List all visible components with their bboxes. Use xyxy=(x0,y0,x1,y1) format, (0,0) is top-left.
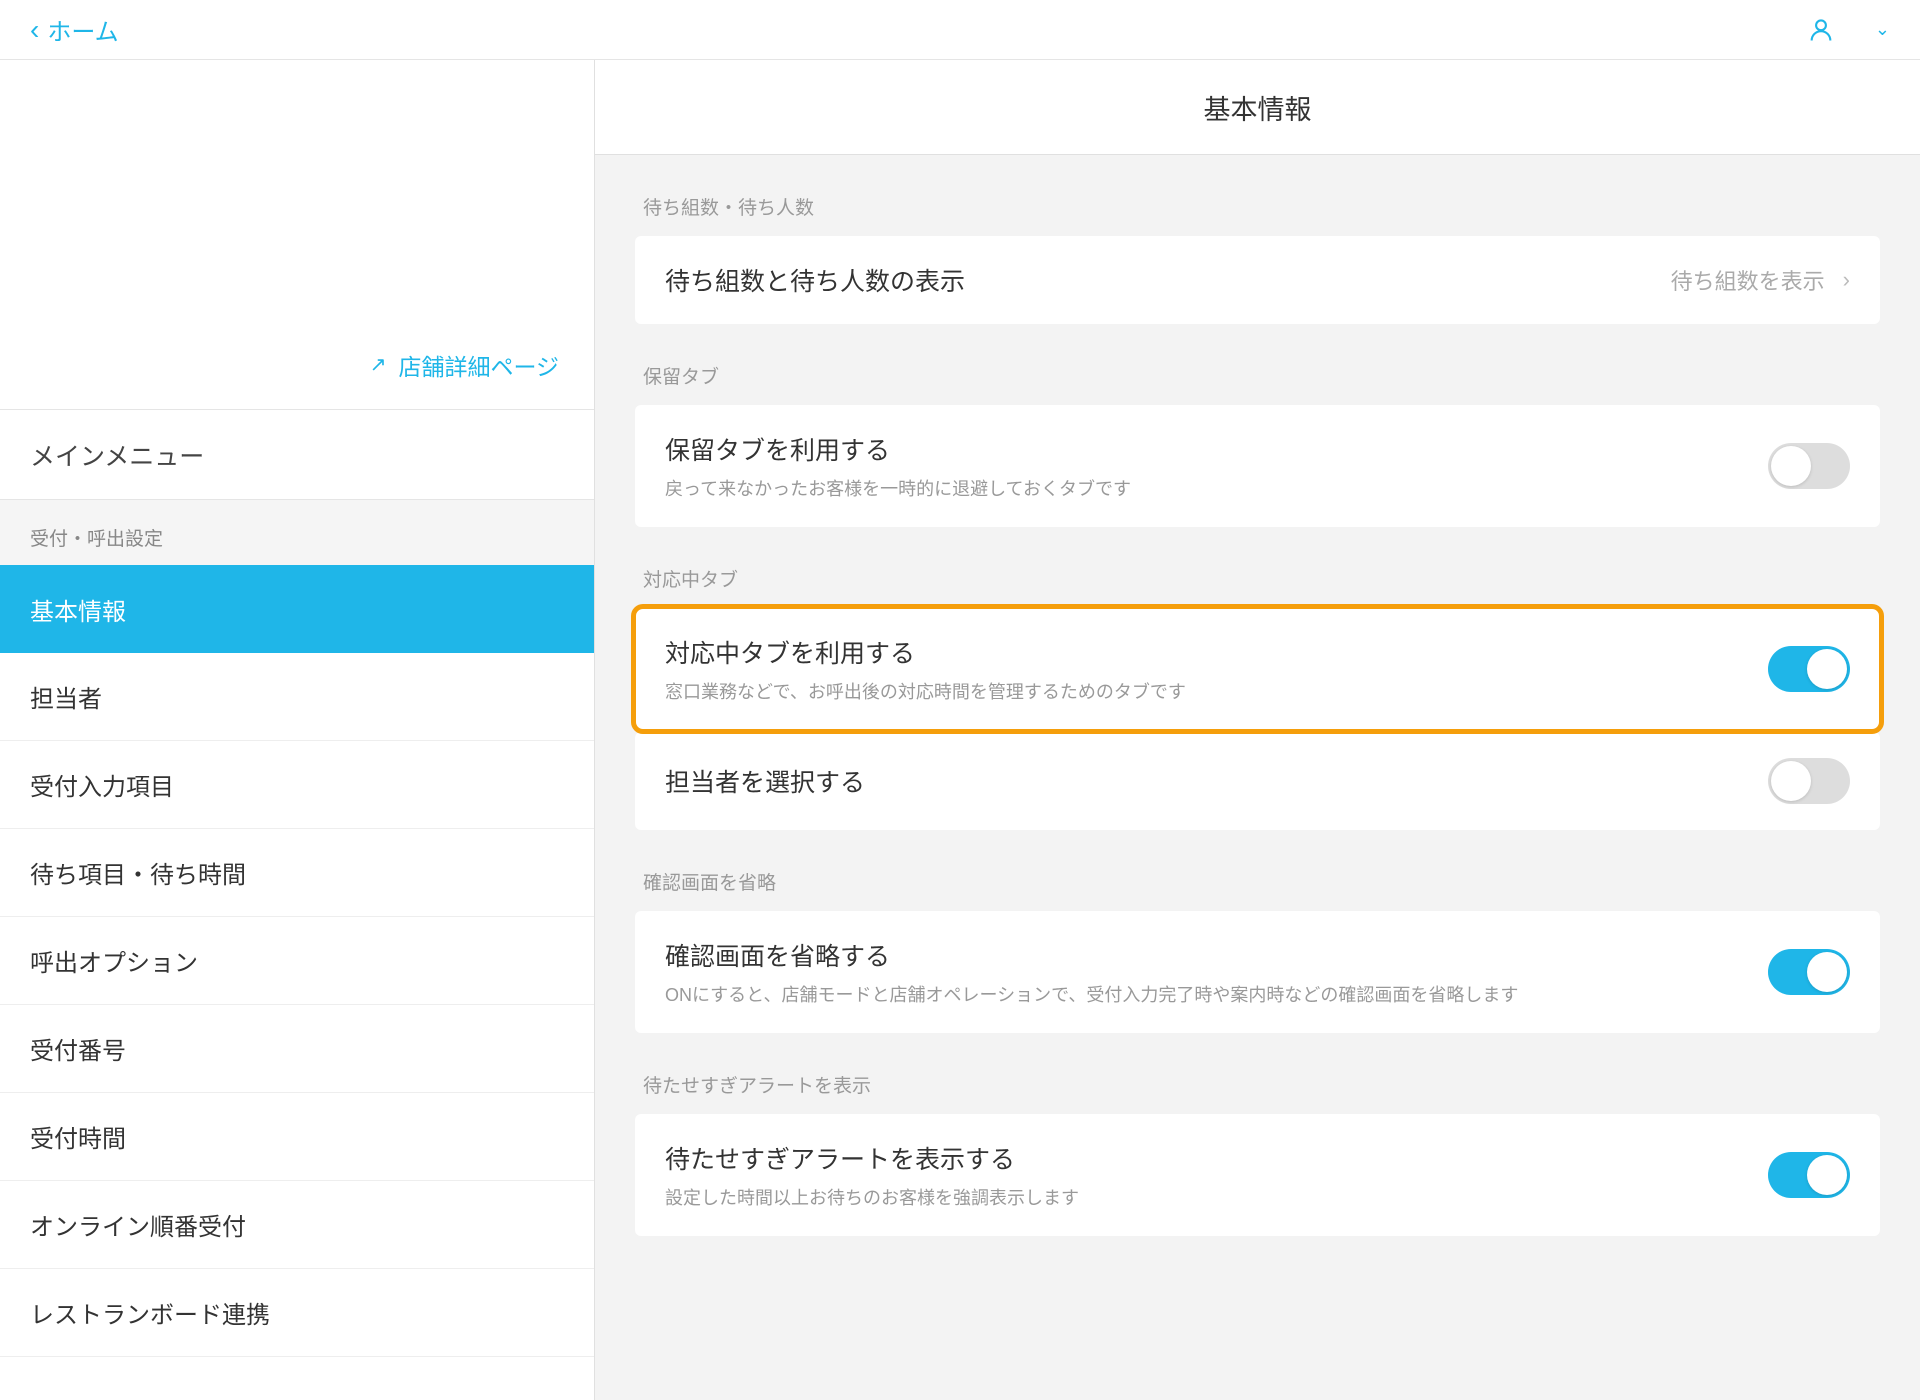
group-label: 保留タブ xyxy=(635,324,1880,405)
topbar-right: ⌄ xyxy=(1807,16,1890,44)
shop-detail-link[interactable]: ↗ 店舗詳細ページ xyxy=(0,320,594,410)
settings-group: 待ち組数・待ち人数待ち組数と待ち人数の表示待ち組数を表示› xyxy=(595,155,1920,324)
group-label: 確認画面を省略 xyxy=(635,830,1880,911)
toggle[interactable] xyxy=(1768,646,1850,692)
sidebar-item-1[interactable]: 担当者 xyxy=(0,653,594,741)
row-title: 担当者を選択する xyxy=(665,763,1768,799)
sidebar-item-3[interactable]: 待ち項目・待ち時間 xyxy=(0,829,594,917)
settings-card: 担当者を選択する xyxy=(635,732,1880,830)
toggle-knob xyxy=(1807,649,1847,689)
row-description: ONにすると、店舗モードと店舗オペレーションで、受付入力完了時や案内時などの確認… xyxy=(665,981,1768,1007)
topbar: ‹ ホーム ⌄ xyxy=(0,0,1920,60)
settings-row: 対応中タブを利用する窓口業務などで、お呼出後の対応時間を管理するためのタブです xyxy=(635,608,1880,730)
row-title: 待たせすぎアラートを表示する xyxy=(665,1140,1768,1176)
row-title: 保留タブを利用する xyxy=(665,431,1768,467)
chevron-down-icon[interactable]: ⌄ xyxy=(1875,19,1890,40)
main-menu-header[interactable]: メインメニュー xyxy=(0,410,594,500)
toggle-knob xyxy=(1771,446,1811,486)
toggle-knob xyxy=(1807,1155,1847,1195)
settings-row[interactable]: 待ち組数と待ち人数の表示待ち組数を表示› xyxy=(635,236,1880,324)
back-label: ホーム xyxy=(47,12,118,47)
settings-card: 保留タブを利用する戻って来なかったお客様を一時的に退避しておくタブです xyxy=(635,405,1880,527)
toggle[interactable] xyxy=(1768,1152,1850,1198)
external-link-icon: ↗ xyxy=(370,352,387,377)
row-description: 戻って来なかったお客様を一時的に退避しておくタブです xyxy=(665,475,1768,501)
sidebar-section-label: 受付・呼出設定 xyxy=(0,500,594,565)
settings-row: 待たせすぎアラートを表示する設定した時間以上お待ちのお客様を強調表示します xyxy=(635,1114,1880,1236)
toggle[interactable] xyxy=(1768,949,1850,995)
settings-card: 待ち組数と待ち人数の表示待ち組数を表示› xyxy=(635,236,1880,324)
settings-row: 担当者を選択する xyxy=(635,732,1880,830)
user-icon[interactable] xyxy=(1807,16,1835,44)
settings-card: 待たせすぎアラートを表示する設定した時間以上お待ちのお客様を強調表示します xyxy=(635,1114,1880,1236)
row-value: 待ち組数を表示› xyxy=(1671,264,1850,296)
settings-card: 確認画面を省略する ONにすると、店舗モードと店舗オペレーションで、受付入力完了時… xyxy=(635,911,1880,1033)
toggle-knob xyxy=(1807,952,1847,992)
row-title: 対応中タブを利用する xyxy=(665,634,1768,670)
page-title: 基本情報 xyxy=(595,60,1920,155)
sidebar-item-0[interactable]: 基本情報 xyxy=(0,565,594,653)
sidebar: ↗ 店舗詳細ページ メインメニュー 受付・呼出設定 基本情報担当者受付入力項目待… xyxy=(0,60,595,1400)
settings-group: 確認画面を省略確認画面を省略する ONにすると、店舗モードと店舗オペレーションで、… xyxy=(595,830,1920,1033)
group-label: 対応中タブ xyxy=(635,565,1880,608)
settings-row: 確認画面を省略する ONにすると、店舗モードと店舗オペレーションで、受付入力完了時… xyxy=(635,911,1880,1033)
sidebar-item-2[interactable]: 受付入力項目 xyxy=(0,741,594,829)
sidebar-item-6[interactable]: 受付時間 xyxy=(0,1093,594,1181)
row-description: 設定した時間以上お待ちのお客様を強調表示します xyxy=(665,1184,1768,1210)
row-title: 確認画面を省略する xyxy=(665,937,1768,973)
chevron-left-icon: ‹ xyxy=(30,14,39,46)
group-label: 待たせすぎアラートを表示 xyxy=(635,1033,1880,1114)
settings-group: 保留タブ保留タブを利用する戻って来なかったお客様を一時的に退避しておくタブです xyxy=(595,324,1920,527)
sidebar-item-4[interactable]: 呼出オプション xyxy=(0,917,594,1005)
row-title: 待ち組数と待ち人数の表示 xyxy=(665,262,1671,298)
sidebar-item-8[interactable]: レストランボード連携 xyxy=(0,1269,594,1357)
group-label: 待ち組数・待ち人数 xyxy=(635,155,1880,236)
sidebar-logo-area xyxy=(0,60,594,320)
shop-detail-label: 店舗詳細ページ xyxy=(398,348,559,382)
row-description: 窓口業務などで、お呼出後の対応時間を管理するためのタブです xyxy=(665,678,1768,704)
sidebar-item-7[interactable]: オンライン順番受付 xyxy=(0,1181,594,1269)
content: 基本情報 待ち組数・待ち人数待ち組数と待ち人数の表示待ち組数を表示›保留タブ保留… xyxy=(595,60,1920,1400)
back-button[interactable]: ‹ ホーム xyxy=(30,12,119,47)
settings-group: 待たせすぎアラートを表示待たせすぎアラートを表示する設定した時間以上お待ちのお客… xyxy=(595,1033,1920,1236)
chevron-right-icon: › xyxy=(1843,267,1850,293)
settings-card-highlighted: 対応中タブを利用する窓口業務などで、お呼出後の対応時間を管理するためのタブです xyxy=(635,608,1880,730)
toggle[interactable] xyxy=(1768,758,1850,804)
toggle-knob xyxy=(1771,761,1811,801)
sidebar-item-5[interactable]: 受付番号 xyxy=(0,1005,594,1093)
toggle[interactable] xyxy=(1768,443,1850,489)
settings-row: 保留タブを利用する戻って来なかったお客様を一時的に退避しておくタブです xyxy=(635,405,1880,527)
